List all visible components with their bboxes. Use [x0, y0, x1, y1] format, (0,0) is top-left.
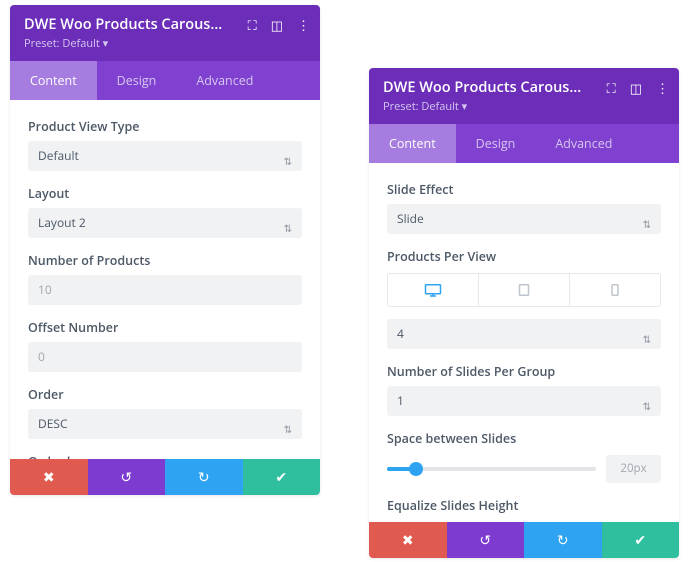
- tabs: Content Design Advanced: [10, 61, 320, 100]
- field-products-per-view: Products Per View 4⇅: [387, 248, 661, 349]
- more-icon[interactable]: ⋮: [297, 16, 310, 34]
- save-button[interactable]: ✔: [602, 522, 680, 558]
- expand-icon[interactable]: ⛶: [607, 79, 616, 97]
- tabs: Content Design Advanced: [369, 124, 679, 163]
- field-layout: Layout Layout 2⇅: [28, 185, 302, 238]
- chevron-down-icon: ▾: [103, 36, 109, 51]
- save-button[interactable]: ✔: [243, 459, 321, 495]
- slider-space[interactable]: 20px: [387, 455, 661, 483]
- field-number-products: Number of Products 10: [28, 252, 302, 305]
- updown-icon: ⇅: [643, 391, 651, 421]
- header-actions: ⛶ ◫ ⋮: [248, 16, 310, 34]
- device-tablet[interactable]: [479, 274, 570, 306]
- select-slides-per-group[interactable]: 1⇅: [387, 386, 661, 416]
- updown-icon: ⇅: [643, 324, 651, 354]
- select-layout[interactable]: Layout 2⇅: [28, 208, 302, 238]
- panel-body: Product View Type Default⇅ Layout Layout…: [10, 100, 320, 460]
- chevron-down-icon: ▾: [462, 99, 468, 114]
- desktop-icon: [424, 283, 442, 297]
- footer-actions: ✖ ↺ ↻ ✔: [369, 522, 679, 558]
- header-actions: ⛶ ◫ ⋮: [607, 79, 669, 97]
- field-order: Order DESC⇅: [28, 386, 302, 439]
- select-product-view-type[interactable]: Default⇅: [28, 141, 302, 171]
- device-tabs: [387, 273, 661, 307]
- field-slides-per-group: Number of Slides Per Group 1⇅: [387, 363, 661, 416]
- panel-header[interactable]: DWE Woo Products Carousel Set... Preset:…: [369, 68, 679, 124]
- slider-thumb[interactable]: [409, 462, 423, 476]
- phone-icon: [606, 283, 624, 297]
- more-icon[interactable]: ⋮: [656, 79, 669, 97]
- select-slide-effect[interactable]: Slide⇅: [387, 204, 661, 234]
- tab-advanced[interactable]: Advanced: [535, 124, 632, 163]
- cancel-button[interactable]: ✖: [369, 522, 447, 558]
- select-ppv-value[interactable]: 4⇅: [387, 319, 661, 349]
- input-number-products[interactable]: 10: [28, 275, 302, 305]
- panel-header[interactable]: DWE Woo Products Carousel Set... Preset:…: [10, 5, 320, 61]
- redo-button[interactable]: ↻: [524, 522, 602, 558]
- tablet-icon[interactable]: ◫: [271, 16, 283, 34]
- field-space-between: Space between Slides 20px: [387, 430, 661, 483]
- field-slide-effect: Slide Effect Slide⇅: [387, 181, 661, 234]
- preset-row[interactable]: Preset: Default ▾: [24, 36, 306, 51]
- preset-row[interactable]: Preset: Default ▾: [383, 99, 665, 114]
- updown-icon: ⇅: [284, 414, 292, 444]
- redo-button[interactable]: ↻: [165, 459, 243, 495]
- slider-value[interactable]: 20px: [606, 455, 661, 483]
- undo-button[interactable]: ↺: [88, 459, 166, 495]
- device-desktop[interactable]: [388, 274, 479, 306]
- input-offset[interactable]: 0: [28, 342, 302, 372]
- settings-panel-left: DWE Woo Products Carousel Set... Preset:…: [10, 5, 320, 495]
- updown-icon: ⇅: [643, 209, 651, 239]
- cancel-button[interactable]: ✖: [10, 459, 88, 495]
- tab-advanced[interactable]: Advanced: [176, 61, 273, 100]
- footer-actions: ✖ ↺ ↻ ✔: [10, 459, 320, 495]
- tab-content[interactable]: Content: [10, 61, 97, 100]
- undo-button[interactable]: ↺: [447, 522, 525, 558]
- expand-icon[interactable]: ⛶: [248, 16, 257, 34]
- tablet-icon[interactable]: ◫: [630, 79, 642, 97]
- slider-track[interactable]: [387, 467, 596, 471]
- select-order[interactable]: DESC⇅: [28, 409, 302, 439]
- updown-icon: ⇅: [284, 146, 292, 176]
- field-equalize: Equalize Slides Height NO: [387, 497, 661, 523]
- tablet-icon: [515, 283, 533, 297]
- field-product-view-type: Product View Type Default⇅: [28, 118, 302, 171]
- panel-body: Slide Effect Slide⇅ Products Per View 4⇅…: [369, 163, 679, 523]
- updown-icon: ⇅: [284, 213, 292, 243]
- device-phone[interactable]: [570, 274, 660, 306]
- field-offset: Offset Number 0: [28, 319, 302, 372]
- tab-design[interactable]: Design: [456, 124, 536, 163]
- tab-content[interactable]: Content: [369, 124, 456, 163]
- tab-design[interactable]: Design: [97, 61, 177, 100]
- settings-panel-right: DWE Woo Products Carousel Set... Preset:…: [369, 68, 679, 558]
